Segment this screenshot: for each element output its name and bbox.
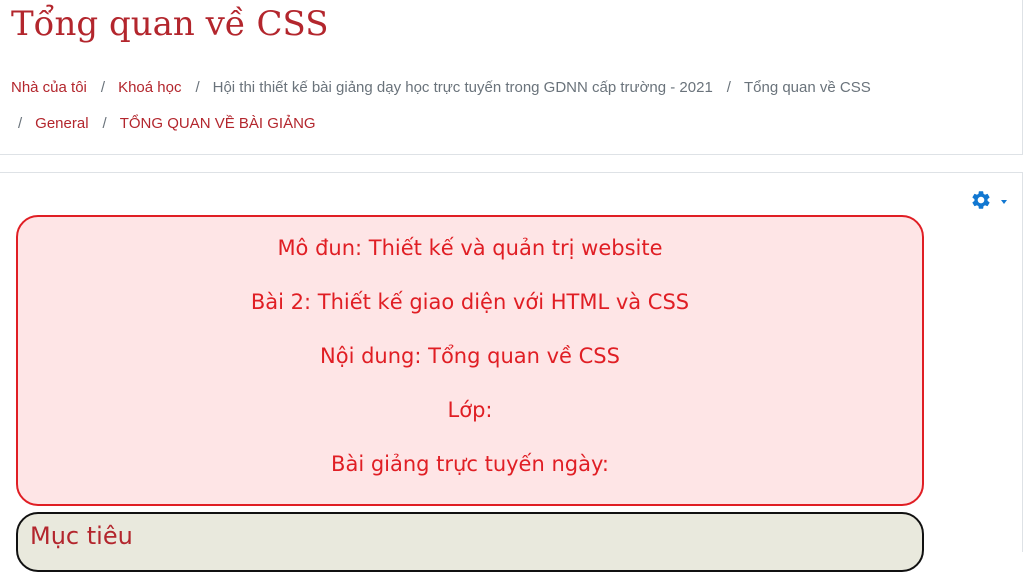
settings-menu-button[interactable] [970,189,1012,215]
breadcrumb-link-home[interactable]: Nhà của tôi [11,79,87,96]
content-line: Nội dung: Tổng quan về CSS [320,344,620,368]
date-line: Bài giảng trực tuyến ngày: [331,452,609,476]
module-line: Mô đun: Thiết kế và quản trị website [277,236,663,260]
breadcrumb-separator: / [100,79,106,96]
objectives-box: Mục tiêu [16,512,924,572]
breadcrumb: Nhà của tôi / Khoá học / Hội thi thiết kế bà… [11,70,1011,142]
objectives-heading: Mục tiêu [30,522,133,550]
breadcrumb-separator: / [102,115,107,132]
breadcrumb-link-overview[interactable]: TỔNG QUAN VỀ BÀI GIẢNG [120,115,316,132]
breadcrumb-item-competition: Hội thi thiết kế bài giảng dạy học trực … [213,79,713,96]
chevron-down-icon [1001,200,1007,204]
breadcrumb-text-competition: Hội thi thiết kế bài giảng dạy học trực … [212,79,713,96]
breadcrumb-separator: / [726,79,731,96]
breadcrumb-separator: / [195,79,200,96]
breadcrumb-item-courses[interactable]: Khoá học [118,79,181,96]
breadcrumb-item-overview[interactable]: TỔNG QUAN VỀ BÀI GIẢNG [120,115,316,132]
breadcrumb-item-home[interactable]: Nhà của tôi [11,79,87,96]
page-title: Tổng quan về CSS [11,4,329,44]
breadcrumb-text-course: Tổng quan về CSS [743,79,871,96]
breadcrumb-link-general[interactable]: General [35,115,88,132]
lesson-info-box: Mô đun: Thiết kế và quản trị website Bài… [16,215,924,506]
breadcrumb-separator: / [18,115,23,132]
breadcrumb-link-courses[interactable]: Khoá học [118,79,181,96]
lesson-line: Bài 2: Thiết kế giao diện với HTML và CS… [250,290,690,314]
gear-icon [972,191,990,209]
breadcrumb-item-general[interactable]: General [35,115,88,132]
page-header: Tổng quan về CSS Nhà của tôi / Khoá học / Hộ… [0,0,1023,155]
breadcrumb-item-course: Tổng quan về CSS [744,79,871,96]
class-line: Lớp: [447,398,493,422]
